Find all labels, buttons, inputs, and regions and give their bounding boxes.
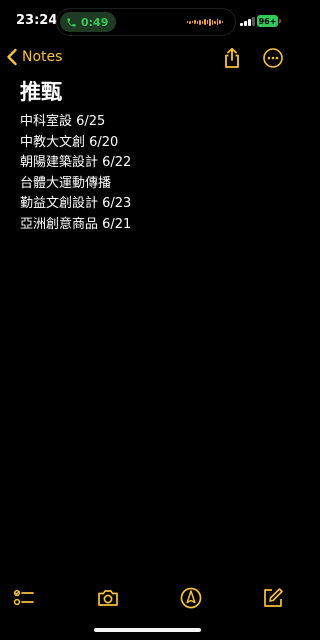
note-line: 中教大文創 6/20 xyxy=(20,134,119,150)
note-line: 亞洲創意商品 6/21 xyxy=(20,216,132,232)
note-title: 推甄 xyxy=(20,80,62,104)
active-call-pill[interactable]: 0:49 xyxy=(60,12,117,32)
cellular-signal-icon xyxy=(240,17,255,26)
status-time: 23:24 xyxy=(16,13,58,28)
compose-icon xyxy=(264,588,283,607)
back-button[interactable]: Notes xyxy=(6,48,62,66)
more-button[interactable] xyxy=(262,47,284,69)
note-lines: 中科室設 6/25 中教大文創 6/20 朝陽建築設計 6/22 台體大運動傳播… xyxy=(20,112,279,235)
call-timer: 0:49 xyxy=(81,15,109,29)
battery-level: 96+ xyxy=(258,16,277,26)
note-line: 中科室設 6/25 xyxy=(20,114,106,129)
back-label: Notes xyxy=(22,49,63,65)
markup-icon xyxy=(180,587,202,609)
more-icon xyxy=(263,48,283,68)
share-button[interactable] xyxy=(221,47,243,69)
dynamic-island[interactable]: 0:49 xyxy=(56,8,236,36)
battery-icon: 96+ xyxy=(257,15,278,27)
camera-icon xyxy=(98,590,118,606)
compose-button[interactable] xyxy=(261,586,285,610)
note-line: 朝陽建築設計 6/22 xyxy=(20,155,132,170)
note-body[interactable]: 推甄 中科室設 6/25 中教大文創 6/20 朝陽建築設計 6/22 台體大運… xyxy=(20,78,279,235)
camera-button[interactable] xyxy=(96,586,120,610)
nav-bar: Notes xyxy=(0,44,295,74)
bottom-toolbar xyxy=(0,584,295,612)
checklist-button[interactable] xyxy=(12,586,36,610)
checklist-icon xyxy=(13,589,34,606)
audio-waveform-icon xyxy=(186,18,223,26)
note-line: 台體大運動傳播 xyxy=(20,175,112,191)
note-line: 勤益文創設計 6/23 xyxy=(20,196,132,211)
battery-nub xyxy=(279,19,281,23)
phone-icon xyxy=(67,17,76,27)
share-icon xyxy=(225,47,239,68)
chevron-left-icon xyxy=(7,48,17,66)
markup-button[interactable] xyxy=(179,586,203,610)
home-indicator[interactable] xyxy=(94,628,201,632)
status-bar: 23:24 0:49 96+ xyxy=(0,0,295,44)
